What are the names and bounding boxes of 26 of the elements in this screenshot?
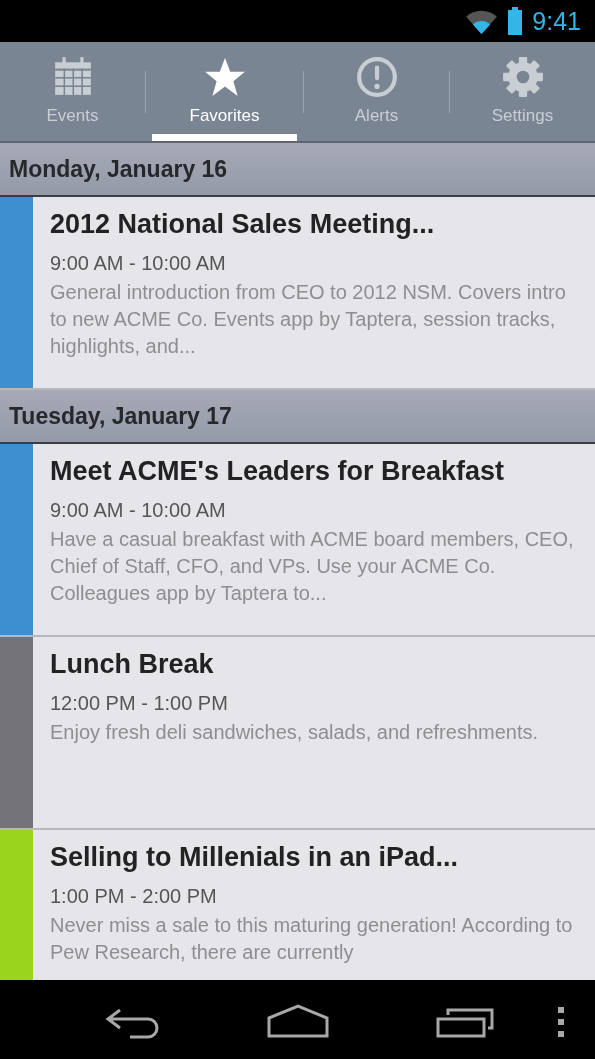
event-title: Lunch Break: [50, 649, 215, 680]
clock: 9:41: [532, 6, 581, 36]
event-time: 9:00 AM - 10:00 AM: [50, 499, 227, 522]
event-title: Selling to Millenials in an iPad...: [50, 842, 460, 873]
settings-icon: [501, 56, 544, 98]
battery-icon: [508, 7, 523, 35]
event-title: 2012 National Sales Meeting...: [50, 209, 436, 240]
event-description: Never miss a sale to this maturing generation! According to Pew Research, there are currently: [50, 913, 574, 965]
event-item[interactable]: Meet ACME's Leaders for Breakfast 9:00 AM - 10:00 AM Have a casual breakfast with ACME board members, CEO, Chief of Staff, CFO, and VPs. Use your ACME Co. Colleagues app by Taptera to...: [0, 444, 595, 637]
wifi-icon: [465, 8, 499, 34]
event-item[interactable]: Lunch Break 12:00 PM - 1:00 PM Enjoy fresh deli sandwiches, salads, and refreshments.: [0, 637, 595, 830]
event-description: Have a casual breakfast with ACME board members, CEO, Chief of Staff, CFO, and VPs. Use your ACME Co. Colleagues app by Taptera to...: [50, 527, 575, 606]
star-icon: [203, 56, 246, 98]
day-heading: Monday, January 16: [9, 155, 228, 183]
more-icon[interactable]: [558, 1007, 564, 1037]
day-heading: Tuesday, January 17: [9, 402, 232, 430]
event-time: 9:00 AM - 10:00 AM: [50, 252, 227, 275]
home-icon[interactable]: [267, 1004, 329, 1038]
recent-apps-icon[interactable]: [436, 1006, 494, 1038]
event-description: Enjoy fresh deli sandwiches, salads, and refreshments.: [50, 720, 540, 745]
event-description: General introduction from CEO to 2012 NSM. Covers intro to new ACME Co. Events app by Taptera, session tracks, highlights, and...: [50, 280, 567, 359]
back-icon[interactable]: [104, 1007, 160, 1039]
event-time: 12:00 PM - 1:00 PM: [50, 692, 229, 715]
event-title: Meet ACME's Leaders for Breakfast: [50, 456, 506, 487]
event-time: 1:00 PM - 2:00 PM: [50, 885, 218, 908]
alert-icon: [355, 56, 398, 98]
